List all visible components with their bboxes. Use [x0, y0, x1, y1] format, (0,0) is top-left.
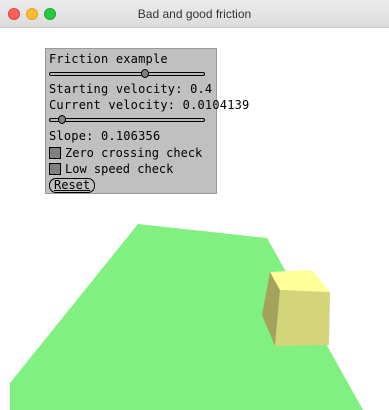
reset-button[interactable]: Reset: [49, 178, 96, 193]
slider-thumb[interactable]: [141, 69, 149, 78]
slider-thumb[interactable]: [58, 115, 66, 124]
checkbox-box[interactable]: [49, 163, 61, 175]
friction-control-panel: Friction example Starting velocity: 0.4 …: [45, 48, 249, 194]
slope-label: Slope: 0.106356: [49, 129, 161, 143]
window-title: Bad and good friction: [137, 7, 252, 21]
starting-velocity-slider[interactable]: [49, 69, 205, 79]
cube-front-face: [275, 290, 330, 346]
slope-slider[interactable]: [49, 115, 205, 125]
slider-track: [49, 72, 205, 76]
title-bar: Bad and good friction: [0, 0, 389, 28]
current-velocity-label: Current velocity: 0.0104139: [49, 98, 250, 112]
checkbox-label: Zero crossing check: [65, 146, 203, 160]
starting-velocity-label: Starting velocity: 0.4: [49, 82, 213, 96]
checkbox-box[interactable]: [49, 147, 61, 159]
checkbox-label: Low speed check: [65, 162, 174, 176]
slider-track: [49, 118, 205, 122]
panel-heading: Friction example: [49, 52, 168, 66]
app-window: Bad and good friction Friction example S…: [0, 0, 389, 410]
